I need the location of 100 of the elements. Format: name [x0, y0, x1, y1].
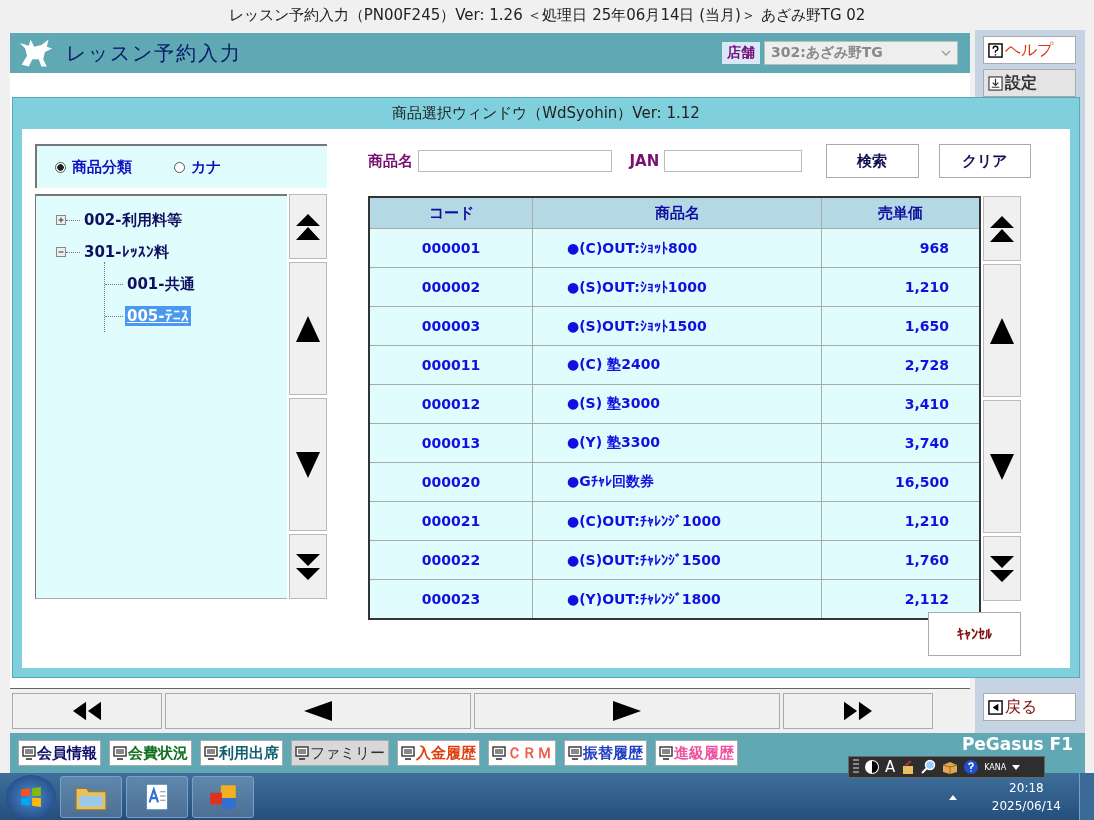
brand-text: PeGasus F1: [961, 734, 1073, 754]
download-icon: [988, 75, 1003, 91]
table-cell: ●(S)OUT:ｼｮｯﾄ1000: [532, 267, 822, 307]
table-cell: ●(S)OUT:ﾁｬﾚﾝｼﾞ1500: [532, 540, 822, 580]
table-cell: ●(S)OUT:ｼｮｯﾄ1500: [532, 306, 822, 346]
taskbar-app[interactable]: [192, 775, 254, 818]
grip-icon[interactable]: [853, 759, 859, 775]
plus-box-icon[interactable]: [56, 215, 66, 225]
minus-box-icon[interactable]: [56, 247, 66, 257]
scroll-button[interactable]: [289, 194, 327, 259]
double-triangle-left-icon: [73, 701, 101, 721]
magnifier-icon[interactable]: [921, 759, 938, 775]
window-title: レッスン予約入力（PN00F245）Ver: 1.26 ＜処理日 25年06月14日 (当月)＞ あざみ野TG 02: [228, 5, 866, 25]
scroll-button[interactable]: [983, 196, 1021, 261]
field-label: 商品名: [368, 151, 413, 171]
monitor-icon: [401, 746, 415, 760]
scroll-button[interactable]: [983, 400, 1021, 533]
table-cell: 000022: [369, 540, 533, 580]
triangle-left-icon: [988, 699, 1003, 715]
search-field[interactable]: [418, 150, 612, 172]
table-cell: ●(C)OUT:ｼｮｯﾄ800: [532, 228, 822, 268]
function-tab[interactable]: 会員情報: [18, 740, 101, 766]
column-header: 商品名: [532, 197, 822, 229]
monitor-icon: [492, 746, 506, 760]
double-triangle-up-icon: [990, 215, 1014, 242]
table-cell: 000013: [369, 423, 533, 463]
search-field[interactable]: [664, 150, 803, 172]
monitor-icon: [568, 746, 582, 760]
monitor-icon: [295, 746, 309, 760]
column-header: 売単価: [821, 197, 980, 229]
caret-icon[interactable]: [1011, 763, 1022, 771]
function-tab[interactable]: 振替履歴: [564, 740, 647, 766]
clock-time: 20:18: [1009, 779, 1044, 797]
monitor-icon: [204, 746, 218, 760]
moon-icon[interactable]: [864, 759, 880, 775]
radio-button[interactable]: [174, 161, 185, 173]
triangle-down-icon: [296, 451, 320, 478]
scroll-button[interactable]: [983, 264, 1021, 397]
clock-date: 2025/06/14: [991, 797, 1061, 815]
scroll-button[interactable]: [289, 534, 327, 599]
scroll-button[interactable]: [289, 262, 327, 395]
column-header: コード: [369, 197, 533, 229]
table-cell: 000020: [369, 462, 533, 502]
nav-button[interactable]: [783, 693, 933, 729]
function-tab[interactable]: 利用出席: [200, 740, 283, 766]
taskbar-app[interactable]: [60, 775, 122, 818]
cancel-button[interactable]: ｷｬﾝｾﾙ: [928, 612, 1021, 656]
double-triangle-right-icon: [844, 701, 872, 721]
kana-mode[interactable]: KANA: [984, 762, 1007, 772]
table-cell: ●(S) 塾3000: [532, 384, 822, 424]
help-icon[interactable]: [963, 759, 980, 775]
triangle-left-icon: [304, 701, 332, 721]
triangle-down-icon: [990, 453, 1014, 480]
start-button[interactable]: [6, 774, 56, 819]
monitor-icon: [22, 746, 36, 760]
radio-button[interactable]: [55, 161, 66, 173]
radio-option[interactable]: 商品分類: [55, 157, 132, 177]
table-cell: 000001: [369, 228, 533, 268]
double-triangle-down-icon: [990, 555, 1014, 582]
settings-button[interactable]: 設定: [983, 69, 1076, 97]
double-triangle-down-icon: [296, 553, 320, 580]
show-hidden-icons-icon[interactable]: [947, 793, 958, 800]
table-cell: 000003: [369, 306, 533, 346]
field-label: JAN: [629, 152, 660, 170]
screen-title: レッスン予約入力: [66, 39, 242, 67]
double-triangle-up-icon: [296, 213, 320, 240]
input-mode[interactable]: A: [885, 758, 896, 776]
table-cell: 000002: [369, 267, 533, 307]
triangle-up-icon: [296, 315, 320, 342]
table-cell: 000021: [369, 501, 533, 541]
nav-button[interactable]: [12, 693, 162, 729]
back-button[interactable]: 戻る: [983, 693, 1076, 721]
function-tab[interactable]: 入金履歴: [397, 740, 480, 766]
caret-icon: [941, 50, 951, 56]
box-icon[interactable]: [942, 759, 959, 775]
tree-item[interactable]: 002-利用料等: [82, 209, 184, 231]
table-cell: ●(C) 塾2400: [532, 345, 822, 385]
monitor-icon: [659, 746, 673, 760]
taskbar-app[interactable]: [126, 775, 188, 818]
scroll-button[interactable]: [289, 398, 327, 531]
colored-squares-icon: [207, 782, 239, 811]
table-cell: 000011: [369, 345, 533, 385]
tree-item[interactable]: 301-ﾚｯｽﾝ料: [82, 241, 171, 263]
clear-button[interactable]: クリア: [938, 144, 1031, 178]
nav-button[interactable]: [474, 693, 780, 729]
monitor-icon: [113, 746, 127, 760]
scroll-button[interactable]: [983, 536, 1021, 601]
table-cell: 000012: [369, 384, 533, 424]
windows-logo-icon: [20, 785, 42, 808]
search-button[interactable]: 検索: [826, 144, 919, 178]
nav-button[interactable]: [165, 693, 471, 729]
triangle-right-icon: [613, 701, 641, 721]
help-icon: [988, 42, 1003, 58]
tree-item[interactable]: 001-共通: [125, 273, 197, 295]
triangle-up-icon: [990, 317, 1014, 344]
table-cell: ●Gﾁｬﾚ回数券: [532, 462, 822, 502]
radio-option[interactable]: カナ: [174, 157, 221, 177]
help-button[interactable]: ヘルプ: [983, 36, 1076, 64]
function-tab[interactable]: 会費状況: [109, 740, 192, 766]
store-label: 店舗: [722, 42, 760, 64]
